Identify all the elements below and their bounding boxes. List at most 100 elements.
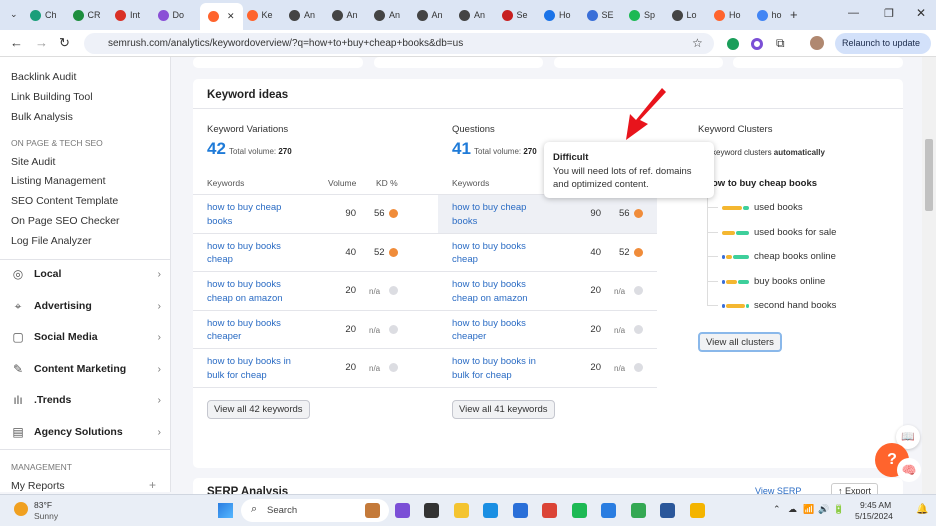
taskbar-app-icon[interactable] bbox=[453, 503, 469, 518]
minimize-button[interactable]: — bbox=[848, 7, 859, 19]
taskbar-app-icon[interactable] bbox=[394, 503, 410, 518]
browser-tab[interactable]: Ho bbox=[714, 5, 741, 25]
sidebar-item-backlink-audit[interactable]: Backlink Audit bbox=[11, 71, 76, 83]
browser-tab[interactable]: Int bbox=[115, 5, 140, 25]
keyword-link[interactable]: how to buy books cheap on amazon bbox=[207, 278, 307, 305]
sidebar-item-seo-template[interactable]: SEO Content Template bbox=[11, 195, 118, 207]
sidebar-group-advertising[interactable]: ⌖ Advertising › bbox=[11, 299, 161, 313]
url-input[interactable]: semrush.com/analytics/keywordoverview/?q… bbox=[84, 33, 714, 54]
col-volume[interactable]: Volume bbox=[328, 178, 356, 188]
keyword-link[interactable]: how to buy books cheap bbox=[452, 240, 552, 267]
kd-value[interactable]: n/a bbox=[369, 326, 380, 335]
kd-value[interactable]: 52 bbox=[374, 247, 385, 258]
browser-tab[interactable]: Ke bbox=[246, 5, 273, 25]
kd-value[interactable]: n/a bbox=[369, 287, 380, 296]
keyword-link[interactable]: how to buy cheap books bbox=[207, 201, 307, 228]
keyword-link[interactable]: how to buy books cheaper bbox=[207, 317, 307, 344]
tray-icon[interactable]: 📶 bbox=[803, 504, 814, 515]
tray-icon[interactable]: ⌃ bbox=[773, 504, 781, 515]
sidebar-item-listing[interactable]: Listing Management bbox=[11, 175, 106, 187]
sidebar-item-link-building[interactable]: Link Building Tool bbox=[11, 91, 93, 103]
variations-view-all-button[interactable]: View all 42 keywords bbox=[207, 400, 310, 419]
browser-tab[interactable]: An bbox=[374, 5, 400, 25]
close-tab-icon[interactable]: ✕ bbox=[227, 11, 235, 22]
browser-tab[interactable]: CR bbox=[72, 5, 101, 25]
taskbar-app-icon[interactable] bbox=[512, 503, 528, 518]
restore-button[interactable]: ❐ bbox=[884, 7, 894, 20]
tray-icon[interactable]: 🔊 bbox=[818, 504, 829, 515]
kd-value[interactable]: 56 bbox=[374, 208, 385, 219]
cluster-item[interactable]: second hand books bbox=[754, 300, 836, 311]
tray-icon[interactable]: ☁ bbox=[788, 504, 797, 515]
sidebar-item-log-file[interactable]: Log File Analyzer bbox=[11, 235, 92, 247]
keyword-link[interactable]: how to buy books cheaper bbox=[452, 317, 552, 344]
browser-tab[interactable]: Do bbox=[157, 5, 184, 25]
kd-value[interactable]: n/a bbox=[614, 326, 625, 335]
keyword-link[interactable]: how to buy books in bulk for cheap bbox=[207, 355, 307, 382]
view-all-clusters-button[interactable]: View all clusters bbox=[698, 332, 782, 352]
browser-tab[interactable]: An bbox=[331, 5, 358, 25]
ai-brain-icon[interactable]: 🧠 bbox=[897, 458, 921, 482]
avatar[interactable] bbox=[810, 36, 824, 50]
keyword-link[interactable]: how to buy books cheap on amazon bbox=[452, 278, 552, 305]
keyword-link[interactable]: how to buy cheap books bbox=[452, 201, 552, 228]
bookmark-star-icon[interactable]: ☆ bbox=[692, 36, 703, 50]
taskbar-app-icon[interactable] bbox=[365, 503, 380, 518]
browser-tab[interactable]: Sp bbox=[629, 5, 655, 25]
extensions-puzzle-icon[interactable]: ⧉ bbox=[776, 36, 785, 51]
sidebar-group-contentmarketing[interactable]: ✎ Content Marketing › bbox=[11, 362, 161, 376]
cluster-item[interactable]: used books for sale bbox=[754, 227, 836, 238]
sidebar-group-socialmedia[interactable]: ▢ Social Media › bbox=[11, 330, 161, 344]
weather-temp[interactable]: 83°F bbox=[34, 500, 52, 510]
browser-tab[interactable]: An bbox=[289, 5, 315, 25]
clock-date[interactable]: 5/15/2024 bbox=[855, 511, 893, 521]
taskbar-app-icon[interactable] bbox=[542, 503, 557, 518]
add-report-icon[interactable]: + bbox=[149, 478, 156, 492]
browser-tab[interactable]: Ch bbox=[30, 5, 57, 25]
browser-tab[interactable]: An bbox=[459, 5, 485, 25]
back-icon[interactable]: ← bbox=[10, 35, 23, 50]
grammarly-icon[interactable] bbox=[727, 38, 739, 50]
keyword-link[interactable]: how to buy books cheap bbox=[207, 240, 307, 267]
tray-icon[interactable]: 🔋 bbox=[833, 504, 844, 515]
browser-tab[interactable]: An bbox=[416, 5, 443, 25]
browser-tab[interactable]: Se bbox=[501, 5, 528, 25]
browser-tab[interactable]: ✕ bbox=[200, 3, 243, 30]
close-window-button[interactable]: ✕ bbox=[916, 6, 926, 20]
browser-tab[interactable]: Ho bbox=[544, 5, 571, 25]
reload-icon[interactable]: ↻ bbox=[59, 35, 70, 51]
keyword-link[interactable]: how to buy books in bulk for cheap bbox=[452, 355, 552, 382]
cluster-item[interactable]: buy books online bbox=[754, 276, 825, 287]
kd-value[interactable]: n/a bbox=[614, 287, 625, 296]
taskbar-app-icon[interactable] bbox=[424, 503, 439, 518]
sidebar-group-agencysolutions[interactable]: ▤ Agency Solutions › bbox=[11, 425, 161, 439]
forward-icon[interactable]: → bbox=[35, 35, 48, 50]
kd-value[interactable]: n/a bbox=[369, 364, 380, 373]
windows-start-icon[interactable] bbox=[218, 503, 233, 518]
cluster-item[interactable]: cheap books online bbox=[754, 251, 836, 262]
cluster-item[interactable]: used books bbox=[754, 202, 803, 213]
taskbar-app-icon[interactable] bbox=[689, 503, 705, 518]
taskbar-app-icon[interactable] bbox=[630, 503, 646, 518]
col-kd[interactable]: KD % bbox=[376, 178, 398, 188]
relaunch-button[interactable]: Relaunch to update ⋮ bbox=[835, 33, 931, 69]
kd-value[interactable]: 56 bbox=[619, 208, 630, 219]
sidebar-item-my-reports[interactable]: My Reports bbox=[11, 480, 65, 492]
notification-bell-icon[interactable]: 🔔 bbox=[916, 504, 928, 515]
sidebar-item-bulk-analysis[interactable]: Bulk Analysis bbox=[11, 111, 73, 123]
clock-time[interactable]: 9:45 AM bbox=[860, 500, 891, 510]
tab-search-icon[interactable]: ⌄ bbox=[10, 9, 18, 20]
taskbar-app-icon[interactable] bbox=[601, 503, 616, 518]
browser-tab[interactable]: ho bbox=[756, 5, 782, 25]
scrollbar[interactable] bbox=[922, 57, 936, 494]
browser-tab[interactable]: SE bbox=[586, 5, 614, 25]
sidebar-group-trends[interactable]: ılı .Trends › bbox=[11, 393, 161, 407]
questions-count[interactable]: 41 bbox=[452, 139, 471, 158]
variations-count[interactable]: 42 bbox=[207, 139, 226, 158]
sidebar-group-local[interactable]: ◎ Local › bbox=[11, 267, 161, 281]
taskbar-app-icon[interactable] bbox=[571, 503, 587, 518]
taskbar-app-icon[interactable] bbox=[660, 503, 675, 518]
scrollbar-thumb[interactable] bbox=[925, 139, 933, 211]
extension-icon[interactable] bbox=[751, 38, 763, 50]
questions-view-all-button[interactable]: View all 41 keywords bbox=[452, 400, 555, 419]
